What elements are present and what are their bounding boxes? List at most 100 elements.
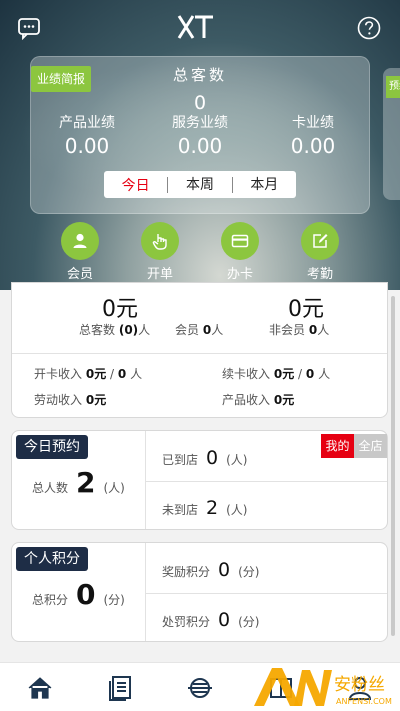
total-guests-row: 总客数 (0)人 [79, 321, 150, 338]
divider [145, 593, 387, 594]
member-icon [61, 222, 99, 260]
renew-card-unit: 人 [318, 367, 331, 381]
quick-label: 会员 [66, 267, 93, 282]
points-total-unit: (分) [103, 593, 125, 607]
product-label: 产品收入 [222, 393, 271, 407]
renew-card-income: 续卡收入 0元 / 0 人 [222, 365, 330, 382]
edit-icon [301, 222, 339, 260]
stat-value: 0.00 [64, 134, 110, 158]
labor-label: 劳动收入 [34, 393, 83, 407]
open-card-income: 开卡收入 0元 / 0 人 [34, 365, 142, 382]
labor-income: 劳动收入 0元 [34, 391, 106, 408]
reward-unit: (分) [238, 565, 260, 579]
revenue-card: 0元 0元 总客数 (0)人 会员 0人 非会员 0人 开卡收入 0元 / 0 … [11, 282, 388, 418]
open-card-unit: 人 [130, 367, 143, 381]
card-performance: 卡业绩 0.00 [258, 112, 368, 158]
tab-this-month[interactable]: 本月 [231, 176, 296, 193]
open-card-button[interactable]: 办卡 [210, 222, 270, 282]
service-performance: 服务业绩 0.00 [145, 112, 255, 158]
appointment-total-unit: (人) [103, 481, 125, 495]
app-logo [177, 15, 213, 39]
arrived-value: 0 [206, 447, 219, 469]
not-arrived-value: 2 [206, 497, 219, 519]
non-member-value: 0 [308, 323, 318, 337]
appointment-total-value: 2 [76, 466, 96, 499]
open-order-button[interactable]: 开单 [130, 222, 190, 282]
renew-card-people: 0 [305, 367, 315, 381]
open-card-people: 0 [117, 367, 127, 381]
watermark-text: 安粉丝 [334, 675, 385, 695]
stat-label: 卡业绩 [292, 115, 334, 131]
scope-toggle: 我的 全店 [321, 434, 387, 458]
divider [145, 481, 387, 482]
non-member-row: 非会员 0人 [269, 321, 329, 338]
service-icon[interactable] [187, 675, 213, 701]
quick-label: 考勤 [306, 267, 333, 282]
non-member-label: 非会员 [269, 323, 306, 337]
divider [145, 431, 146, 529]
points-tag: 个人积分 [16, 547, 88, 571]
reward-value: 0 [218, 559, 231, 581]
toggle-all-store[interactable]: 全店 [354, 434, 387, 458]
penalty-points-row: 处罚积分 0 (分) [162, 609, 259, 631]
member-button[interactable]: 会员 [50, 222, 110, 282]
appointments-tag: 今日预约 [16, 435, 88, 459]
points-total-row: 总积分 0 (分) [32, 578, 125, 611]
product-performance: 产品业绩 0.00 [32, 112, 142, 158]
quick-label: 办卡 [226, 267, 253, 282]
separator: / [110, 367, 115, 381]
not-arrived-label: 未到店 [162, 503, 199, 517]
tab-today[interactable]: 今日 [104, 175, 167, 195]
card-icon [221, 222, 259, 260]
hand-icon [141, 222, 179, 260]
home-icon[interactable] [27, 675, 53, 701]
product-income: 产品收入 0元 [222, 391, 294, 408]
not-arrived-unit: (人) [226, 503, 248, 517]
divider [12, 353, 387, 354]
tab-this-week[interactable]: 本周 [167, 176, 231, 193]
stat-label: 服务业绩 [172, 115, 228, 131]
toggle-mine[interactable]: 我的 [321, 434, 354, 458]
points-total-label: 总积分 [32, 593, 69, 607]
stat-value: 0.00 [290, 134, 336, 158]
points-total-value: 0 [76, 578, 96, 611]
stat-value: 0.00 [177, 134, 223, 158]
total-guests-unit: 人 [138, 323, 151, 337]
watermark-logo: 安粉丝 ANFENSI.COM [254, 668, 392, 706]
non-member-unit: 人 [317, 323, 330, 337]
total-guests-label: 总客数 [79, 323, 116, 337]
labor-value: 0元 [85, 393, 107, 407]
reward-label: 奖励积分 [162, 565, 211, 579]
attendance-button[interactable]: 考勤 [290, 222, 350, 282]
arrived-unit: (人) [226, 453, 248, 467]
renew-card-value: 0元 [273, 367, 295, 381]
help-icon[interactable] [357, 16, 381, 40]
scrollbar[interactable] [391, 296, 395, 636]
penalty-label: 处罚积分 [162, 615, 211, 629]
revenue-right-value: 0元 [288, 297, 324, 322]
separator: / [298, 367, 303, 381]
member-label: 会员 [175, 323, 200, 337]
revenue-left-value: 0元 [102, 297, 138, 322]
renew-card-label: 续卡收入 [222, 367, 271, 381]
open-card-label: 开卡收入 [34, 367, 83, 381]
reward-points-row: 奖励积分 0 (分) [162, 559, 259, 581]
product-value: 0元 [273, 393, 295, 407]
watermark-subtext: ANFENSI.COM [336, 697, 392, 706]
member-row: 会员 0人 [175, 321, 223, 338]
not-arrived-row: 未到店 2 (人) [162, 497, 247, 519]
stat-label: 产品业绩 [59, 115, 115, 131]
divider [145, 543, 146, 641]
member-unit: 人 [211, 323, 224, 337]
message-icon[interactable] [17, 16, 41, 40]
today-appointments-card[interactable]: 今日预约 总人数 2 (人) 已到店 0 (人) 未到店 2 (人) 我的 全店 [11, 430, 388, 530]
personal-points-card[interactable]: 个人积分 总积分 0 (分) 奖励积分 0 (分) 处罚积分 0 (分) [11, 542, 388, 642]
penalty-value: 0 [218, 609, 231, 631]
member-value: 0 [202, 323, 212, 337]
arrived-row: 已到店 0 (人) [162, 447, 247, 469]
appointment-total-label: 总人数 [32, 481, 69, 495]
penalty-unit: (分) [238, 615, 260, 629]
total-guests-value: 0 [193, 92, 207, 114]
open-card-value: 0元 [85, 367, 107, 381]
report-icon[interactable] [107, 675, 133, 701]
